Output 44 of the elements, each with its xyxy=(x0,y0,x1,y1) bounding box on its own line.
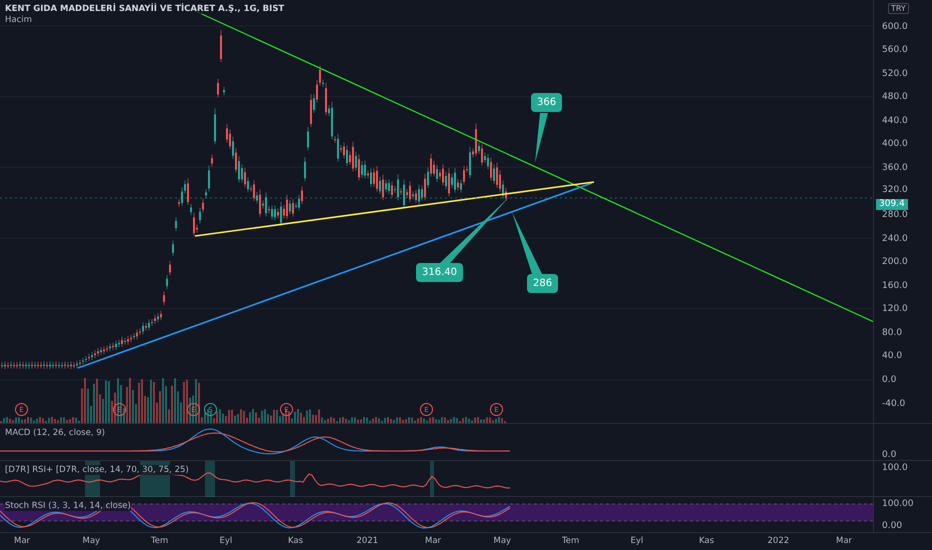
price-tick: 440.0 xyxy=(882,116,908,126)
currency-label: TRY xyxy=(888,3,909,14)
time-tick: 2021 xyxy=(356,536,378,546)
indicator-tick: 0.0 xyxy=(882,450,896,460)
price-tick: 600.0 xyxy=(882,22,908,32)
price-callout: 316.40 xyxy=(416,263,463,282)
time-tick: Kas xyxy=(699,536,714,546)
price-tick: 40.0 xyxy=(882,351,902,362)
price-tick: 560.0 xyxy=(882,45,908,56)
price-tick: 120.0 xyxy=(882,304,908,314)
indicator-tick: 0.00 xyxy=(882,521,902,531)
indicator-tick: 100.0 xyxy=(882,463,908,473)
indicator-tick: 100.00 xyxy=(882,499,914,509)
price-tick: 360.0 xyxy=(882,162,908,173)
price-tick: 160.0 xyxy=(882,280,908,291)
time-tick: Eyl xyxy=(630,536,644,546)
price-tick: 0.0 xyxy=(882,375,896,385)
price-tick: 200.0 xyxy=(882,257,908,268)
volume-label: Hacim xyxy=(5,15,32,25)
time-tick: May xyxy=(494,536,512,546)
time-tick: Mar xyxy=(425,536,442,546)
price-tick: 400.0 xyxy=(882,139,908,150)
indicator-label: Stoch RSI (3, 3, 14, 14, close) xyxy=(5,501,131,511)
price-tick: 520.0 xyxy=(882,68,908,79)
price-tick: 240.0 xyxy=(882,234,908,244)
indicator-label: MACD (12, 26, close, 9) xyxy=(5,428,105,438)
symbol-title: KENT GIDA MADDELERİ SANAYİİ VE TİCARET A.Ş., 1G, BIST xyxy=(5,4,284,14)
time-tick: Mar xyxy=(14,536,30,546)
price-tick: 80.0 xyxy=(882,328,902,338)
indicator-label: [D7R] RSI+ [D7R, close, 14, 70, 30, 75, 25) xyxy=(5,465,189,475)
time-tick: Tem xyxy=(151,536,168,546)
price-tick: 280.0 xyxy=(882,210,908,220)
time-tick: Eyl xyxy=(220,536,232,546)
price-tick: -40.0 xyxy=(882,398,906,409)
time-tick: 2022 xyxy=(768,536,790,546)
price-callout: 286 xyxy=(527,274,558,293)
time-tick: Tem xyxy=(562,536,580,546)
price-tick: 320.0 xyxy=(882,184,908,195)
price-callout: 366 xyxy=(531,93,562,112)
time-tick: May xyxy=(82,536,100,546)
price-tick: 480.0 xyxy=(882,92,908,102)
time-tick: Kas xyxy=(288,536,304,546)
last-price-badge: 309.4 xyxy=(876,199,908,210)
time-tick: Mar xyxy=(836,536,852,546)
